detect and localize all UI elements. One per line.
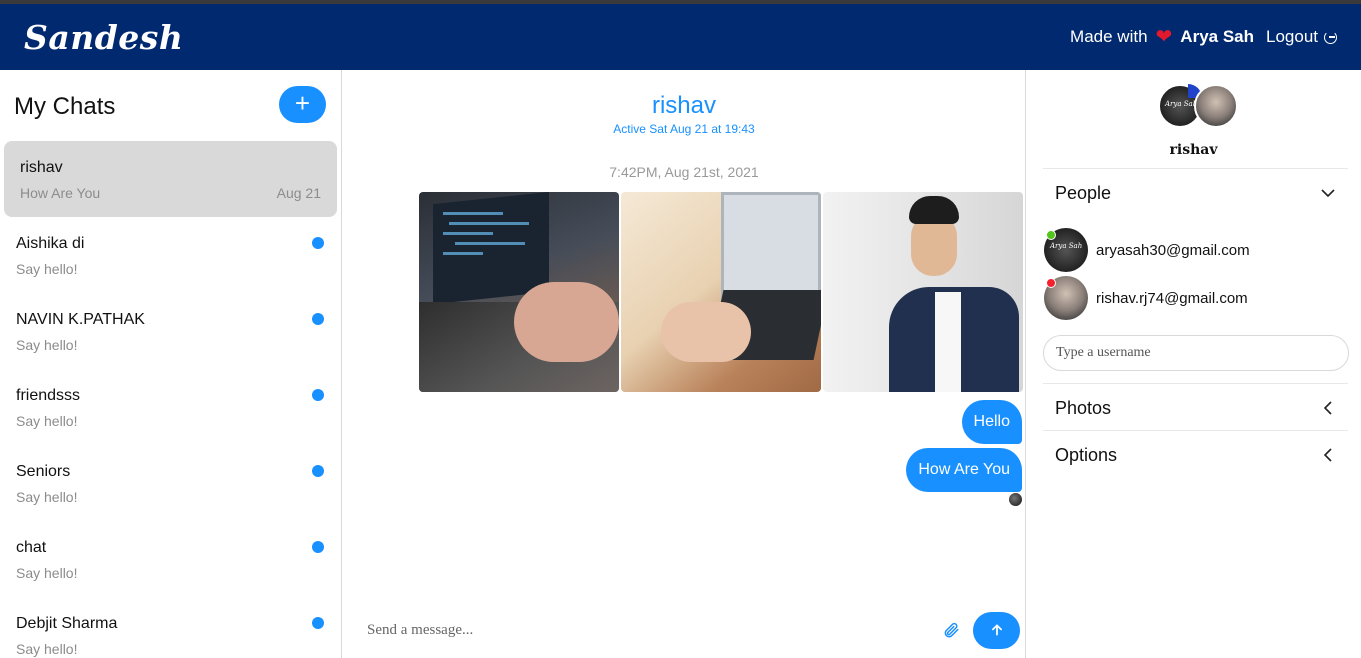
person-email: rishav.rj74@gmail.com — [1096, 289, 1248, 307]
person-item[interactable]: aryasah30@gmail.com — [1044, 228, 1250, 272]
chats-header: My Chats + — [0, 70, 341, 123]
group-avatars — [1158, 84, 1240, 128]
chat-name: Aishika di — [16, 235, 85, 252]
avatar — [1044, 228, 1088, 272]
photo-message — [419, 192, 1023, 392]
unread-dot-icon — [312, 617, 324, 629]
options-section-toggle[interactable]: Options — [1043, 431, 1348, 479]
unread-dot-icon — [312, 237, 324, 249]
new-chat-button[interactable]: + — [279, 86, 326, 123]
options-section: Options — [1043, 430, 1348, 479]
chat-item-rishav[interactable]: rishav How Are You Aug 21 — [4, 141, 337, 217]
chat-item-navin-k-pathak[interactable]: NAVIN K.PATHAK Say hello! — [0, 293, 341, 369]
offline-status-icon — [1046, 278, 1056, 288]
chat-name: friendsss — [16, 387, 81, 404]
chat-preview: Say hello! — [16, 413, 78, 429]
chevron-down-icon — [1320, 185, 1336, 201]
chat-name: chat — [16, 539, 47, 556]
unread-dot-icon — [312, 313, 324, 325]
conversation-panel: rishav Active Sat Aug 21 at 19:43 7:42PM… — [342, 70, 1026, 658]
tablet-browsing-photo[interactable] — [621, 192, 821, 392]
details-panel: rishav People aryasah30@gmail.com rishav… — [1026, 70, 1361, 658]
navbar-right: Made with ❤ Arya Sah Logout — [1070, 27, 1337, 47]
chat-item-aishika-di[interactable]: Aishika di Say hello! — [0, 217, 341, 293]
avatar — [1044, 276, 1088, 320]
username-input[interactable] — [1043, 335, 1349, 371]
conversation-title: rishav — [651, 92, 717, 119]
chat-name: NAVIN K.PATHAK — [16, 311, 145, 328]
chats-panel: My Chats + rishav How Are You Aug 21 Ais… — [0, 70, 342, 658]
man-in-suit-photo[interactable] — [823, 192, 1023, 392]
chat-item-chat[interactable]: chat Say hello! — [0, 521, 341, 597]
chat-preview: Say hello! — [16, 337, 78, 353]
person-item[interactable]: rishav.rj74@gmail.com — [1044, 276, 1248, 320]
conversation-status: Active Sat Aug 21 at 19:43 — [613, 122, 755, 136]
avatar — [1194, 84, 1238, 128]
people-section-toggle[interactable]: People — [1043, 169, 1348, 217]
chat-name: rishav — [20, 159, 63, 176]
laptop-typing-photo[interactable] — [419, 192, 619, 392]
online-status-icon — [1046, 230, 1056, 240]
navbar: Sandesh Made with ❤ Arya Sah Logout — [0, 4, 1361, 70]
chats-title: My Chats — [14, 92, 116, 120]
section-title: Photos — [1055, 397, 1112, 418]
chevron-left-icon — [1320, 400, 1336, 416]
unread-dot-icon — [312, 389, 324, 401]
unread-dot-icon — [312, 465, 324, 477]
group-name: rishav — [1169, 142, 1218, 158]
send-button[interactable] — [973, 611, 1020, 649]
person-email: aryasah30@gmail.com — [1096, 241, 1250, 259]
message-timestamp: 7:42PM, Aug 21st, 2021 — [609, 164, 759, 180]
logout-label: Logout — [1266, 27, 1318, 46]
chat-date: Aug 21 — [276, 185, 321, 201]
unread-dot-icon — [312, 541, 324, 553]
chat-preview: Say hello! — [16, 565, 78, 581]
chat-list: rishav How Are You Aug 21 Aishika di Say… — [0, 141, 341, 658]
message-bubble[interactable]: Hello — [961, 400, 1022, 444]
chat-preview: Say hello! — [16, 641, 78, 657]
logout-button[interactable]: Logout — [1266, 27, 1337, 47]
chat-item-seniors[interactable]: Seniors Say hello! — [0, 445, 341, 521]
made-with-label: Made with — [1070, 27, 1148, 46]
message-composer — [352, 610, 1020, 650]
chat-preview: Say hello! — [16, 261, 78, 277]
photos-section-toggle[interactable]: Photos — [1043, 384, 1348, 432]
people-section: People — [1043, 168, 1348, 217]
author-name: Arya Sah — [1180, 27, 1254, 46]
brand-logo[interactable]: Sandesh — [24, 18, 183, 57]
chat-preview: Say hello! — [16, 489, 78, 505]
chevron-left-icon — [1320, 447, 1336, 463]
arrow-up-icon — [991, 624, 1002, 636]
message-input[interactable] — [352, 612, 939, 648]
chat-item-debjit-sharma[interactable]: Debjit Sharma Say hello! — [0, 597, 341, 658]
chat-name: Debjit Sharma — [16, 615, 118, 632]
logout-icon — [1324, 31, 1337, 44]
section-title: People — [1055, 182, 1112, 203]
chat-item-friendsss[interactable]: friendsss Say hello! — [0, 369, 341, 445]
attachment-icon[interactable] — [939, 618, 963, 642]
photos-section: Photos — [1043, 383, 1348, 432]
message-bubble[interactable]: How Are You — [906, 448, 1022, 492]
heart-icon: ❤ — [1155, 26, 1173, 48]
chat-name: Seniors — [16, 463, 71, 480]
section-title: Options — [1055, 444, 1118, 465]
read-receipt-avatar — [1009, 493, 1022, 506]
